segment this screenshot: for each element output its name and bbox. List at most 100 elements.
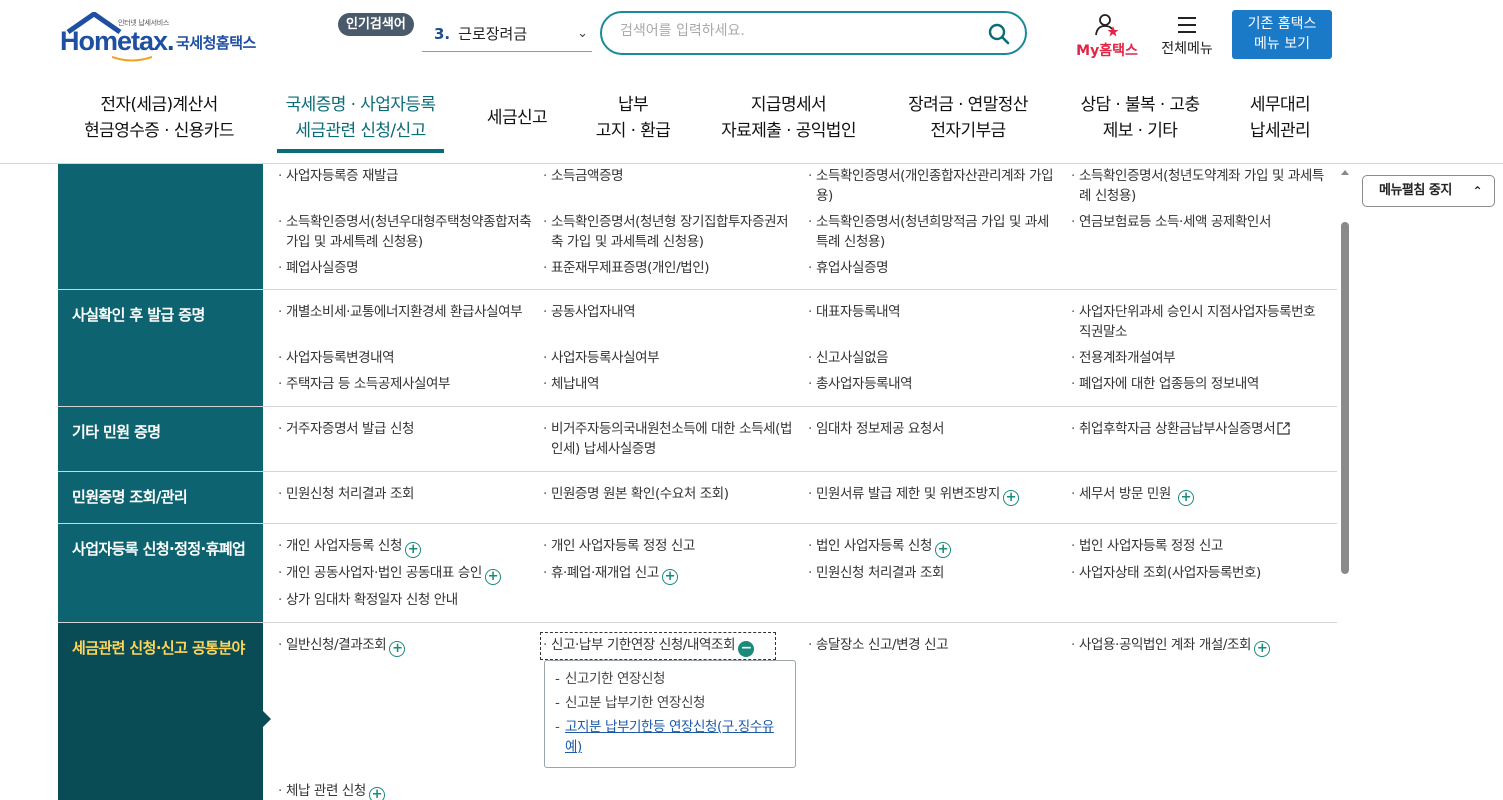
menu-folding-toggle-button[interactable]: 메뉴펼침 중지 ⌃ [1362,175,1495,207]
menu-link[interactable]: 사업자상태 조회(사업자등록번호) [1071,563,1327,583]
menu-link-expandable[interactable]: 세무서 방문 민원 + [1071,484,1327,506]
my-hometax-button[interactable]: My홈택스 [1072,12,1142,60]
menu-link-expandable[interactable]: 개인 사업자등록 신청+ [278,536,528,558]
hometax-logo[interactable]: 인터넷 납세서비스 Hometax. 국세청홈택스 [60,12,275,62]
menu-link-label: 신고·납부 기한연장 신청/내역조회 [551,637,736,653]
menu-link-expandable[interactable]: 일반신청/결과조회+ [278,635,528,657]
menu-link[interactable]: 소득확인증명서(청년형 장기집합투자증권저축 가입 및 과세특례 신청용) [543,212,793,252]
gnb-item-consult[interactable]: 상담 · 불복 · 고충 제보 · 기타 [1075,92,1205,144]
scrollbar-thumb[interactable] [1341,222,1349,574]
menu-link[interactable]: 체납내역 [543,374,793,394]
logo-wordmark: Hometax. [60,26,175,56]
plus-icon[interactable]: + [1002,490,1019,506]
menu-link-label: 개인 사업자등록 신청 [286,538,402,554]
hamburger-menu-icon [1178,17,1196,33]
scroll-up-arrow-icon[interactable] [1341,170,1349,175]
menu-link[interactable]: 민원증명 원본 확인(수요처 조회) [543,484,797,504]
row-head[interactable]: 세금관련 신청·신고 공통분야 [58,623,263,800]
gnb-line1: 장려금 · 연말정산 [908,95,1028,115]
menu-link[interactable]: 표준재무제표증명(개인/법인) [543,258,793,278]
plus-icon[interactable]: + [1177,490,1194,506]
menu-link[interactable]: 비거주자등의국내원천소득에 대한 소득세(법인세) 납세사실증명 [543,419,797,459]
menu-link[interactable]: 소득확인증명서(청년희망적금 가입 및 과세특례 신청용) [808,212,1060,252]
row-head[interactable]: 기타 민원 증명 [58,407,263,471]
gnb-item-invoice[interactable]: 전자(세금)계산서 현금영수증 · 신용카드 [80,92,238,144]
gnb-item-agent[interactable]: 세무대리 납세관리 [1245,92,1315,144]
gnb-item-payment[interactable]: 납부 고지 · 환급 [590,92,676,144]
menu-link[interactable]: 폐업사실증명 [278,258,528,278]
gnb-item-statement[interactable]: 지급명세서 자료제출 · 공익법인 [716,92,861,144]
menu-link[interactable]: 사업자등록증 재발급 [278,166,528,186]
menu-link[interactable]: 사업자단위과세 승인시 지점사업자등록번호 직권말소 [1071,302,1327,342]
menu-link-label: 일반신청/결과조회 [286,637,387,653]
gnb-line2: 자료제출 · 공익법인 [721,121,856,141]
popular-term: 근로장려금 [458,25,528,43]
logo-swoosh-icon [112,56,152,62]
popular-search-badge: 인기검색어 [338,13,414,36]
menu-link-expandable[interactable]: 법인 사업자등록 신청+ [808,536,1058,558]
menu-link[interactable]: 휴업사실증명 [808,258,1058,278]
menu-link[interactable]: 임대차 정보제공 요청서 [808,419,1058,439]
plus-icon[interactable]: + [368,787,385,800]
submenu-item[interactable]: 신고기한 연장신청 [555,669,785,689]
search-icon[interactable] [987,22,1011,46]
plus-icon[interactable]: + [1254,641,1271,657]
menu-link[interactable]: 민원신청 처리결과 조회 [278,484,528,504]
menu-link[interactable]: 전용계좌개설여부 [1071,348,1327,368]
menu-link-label: 체납 관련 신청 [286,783,366,799]
active-row-pointer [263,711,271,727]
submenu-item[interactable]: 고지분 납부기한등 연장신청(구.징수유예) [555,717,785,757]
plus-icon[interactable]: + [934,542,951,558]
menu-link[interactable]: 신고사실없음 [808,348,1058,368]
menu-link-expanded[interactable]: 신고·납부 기한연장 신청/내역조회− [540,632,776,660]
menu-link-external[interactable]: 취업후학자금 상환금납부사실증명서 [1071,419,1333,439]
menu-link[interactable]: 소득확인증명서(청년도약계좌 가입 및 과세특례 신청용) [1071,166,1327,206]
old-hometax-menu-button[interactable]: 기존 홈택스 메뉴 보기 [1232,10,1332,59]
menu-link-expandable[interactable]: 사업용·공익법인 계좌 개설/조회+ [1071,635,1327,657]
gnb-item-incentive[interactable]: 장려금 · 연말정산 전자기부금 [901,92,1035,144]
plus-icon[interactable]: + [661,569,678,585]
gnb-line2: 현금영수증 · 신용카드 [84,121,234,141]
menu-link[interactable]: 법인 사업자등록 정정 신고 [1071,536,1327,556]
menu-link[interactable]: 상가 임대차 확정일자 신청 안내 [278,590,528,610]
scrollbar[interactable] [1337,164,1353,800]
menu-link[interactable]: 소득금액증명 [543,166,793,186]
menu-link-expandable[interactable]: 휴·폐업·재개업 신고+ [543,563,793,585]
menu-link[interactable]: 거주자증명서 발급 신청 [278,419,528,439]
search-input[interactable] [620,23,960,39]
menu-link-expandable[interactable]: 개인 공동사업자·법인 공동대표 승인+ [278,563,540,585]
row-head[interactable]: 사실확인 후 발급 증명 [58,290,263,406]
menu-link[interactable]: 총사업자등록내역 [808,374,1058,394]
menu-link-expandable[interactable]: 민원서류 발급 제한 및 위변조방지+ [808,484,1070,506]
menu-link[interactable]: 공동사업자내역 [543,302,793,322]
plus-icon[interactable]: + [389,641,406,657]
old-menu-line1: 기존 홈택스 [1247,16,1317,32]
menu-link[interactable]: 송달장소 신고/변경 신고 [808,635,1058,655]
submenu-item[interactable]: 신고분 납부기한 연장신청 [555,693,785,713]
gnb-active-indicator [277,149,444,153]
plus-icon[interactable]: + [484,569,501,585]
menu-link[interactable]: 폐업자에 대한 업종등의 정보내역 [1071,374,1327,394]
menu-link[interactable]: 개별소비세·교통에너지환경세 환급사실여부 [278,302,528,322]
menu-link[interactable]: 소득확인증명서(청년우대형주택청약종합저축 가입 및 과세특례 신청용) [278,212,532,252]
menu-link[interactable]: 대표자등록내역 [808,302,1058,322]
menu-link-expandable[interactable]: 체납 관련 신청+ [278,781,528,800]
submenu-deadline-extension: 신고기한 연장신청 신고분 납부기한 연장신청 고지분 납부기한등 연장신청(구… [544,660,796,768]
all-menu-button[interactable]: 전체메뉴 [1156,12,1218,58]
menu-link[interactable]: 개인 사업자등록 정정 신고 [543,536,793,556]
gnb-item-certificate[interactable]: 국세증명 · 사업자등록 세금관련 신청/신고 [277,92,444,144]
popular-search-select[interactable]: 3. 근로장려금 ⌄ [422,16,592,52]
row-head[interactable]: 사업자등록 신청·정정·휴폐업 [58,524,263,622]
menu-link[interactable]: 소득확인증명서(개인종합자산관리계좌 가입용) [808,166,1060,206]
menu-link[interactable]: 연금보험료등 소득·세액 공제확인서 [1071,212,1327,232]
gnb-item-tax-return[interactable]: 세금신고 [484,105,550,131]
minus-icon[interactable]: − [738,641,755,657]
menu-link[interactable]: 사업자등록사실여부 [543,348,793,368]
menu-link-label: 세무서 방문 민원 [1079,486,1171,502]
menu-link[interactable]: 사업자등록변경내역 [278,348,528,368]
row-head[interactable]: 민원증명 조회/관리 [58,472,263,523]
menu-link[interactable]: 민원신청 처리결과 조회 [808,563,1058,583]
plus-icon[interactable]: + [404,542,421,558]
all-menu-label: 전체메뉴 [1161,41,1213,57]
menu-link[interactable]: 주택자금 등 소득공제사실여부 [278,374,528,394]
